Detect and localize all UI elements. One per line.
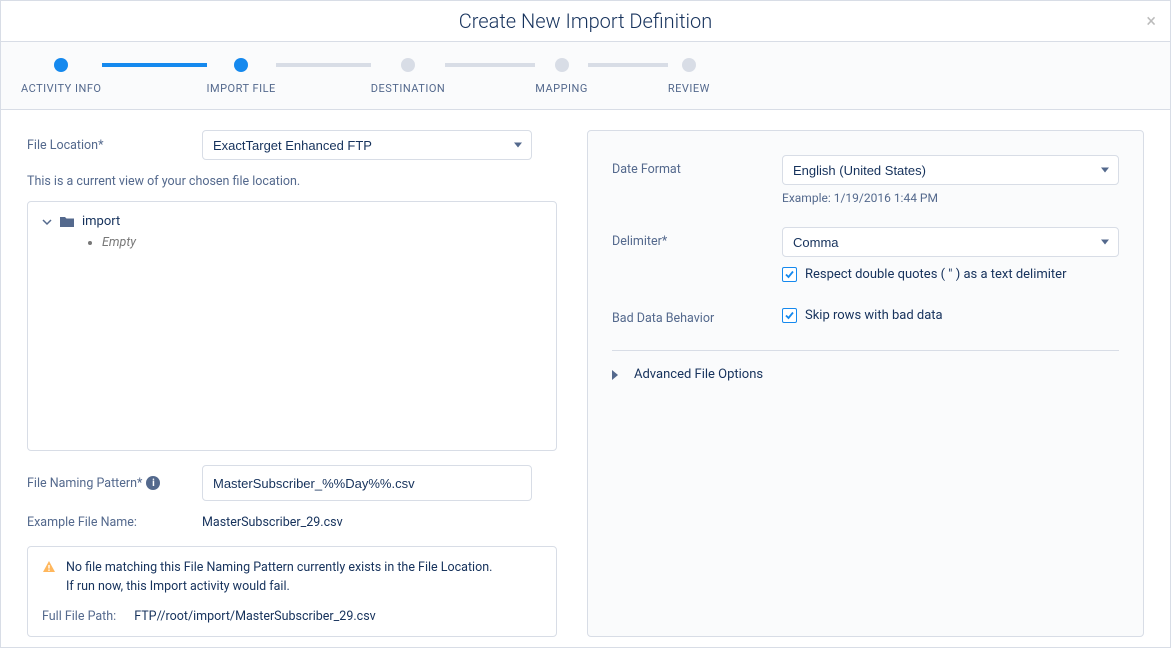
step-dot	[555, 58, 569, 72]
file-naming-input[interactable]	[202, 465, 532, 501]
left-column: File Location* ExactTarget Enhanced FTP …	[27, 130, 557, 637]
warning-line2: If run now, this Import activity would f…	[66, 578, 492, 597]
chevron-down-icon[interactable]	[42, 217, 52, 227]
stepper: ACTIVITY INFO IMPORT FILE DESTINATION MA…	[1, 42, 1170, 110]
advanced-file-options-toggle[interactable]: Advanced File Options	[612, 367, 1119, 382]
file-location-select[interactable]: ExactTarget Enhanced FTP	[202, 130, 532, 160]
step-connector	[102, 63, 207, 67]
warning-icon	[42, 560, 56, 574]
file-naming-row: File Naming Pattern* i	[27, 465, 557, 501]
tree-empty-label: Empty	[102, 235, 542, 250]
example-file-label: Example File Name:	[27, 515, 202, 530]
file-location-value[interactable]: ExactTarget Enhanced FTP	[202, 130, 532, 160]
step-destination[interactable]: DESTINATION	[371, 58, 445, 95]
info-icon[interactable]: i	[146, 476, 160, 490]
skip-rows-checkbox[interactable]	[782, 308, 797, 323]
skip-rows-label: Skip rows with bad data	[805, 308, 943, 323]
location-hint: This is a current view of your chosen fi…	[27, 174, 557, 189]
step-dot	[401, 58, 415, 72]
full-file-path-row: Full File Path: FTP//root/import/MasterS…	[42, 609, 542, 624]
step-activity-info[interactable]: ACTIVITY INFO	[21, 58, 102, 95]
date-format-row: Date Format English (United States) Exam…	[612, 155, 1119, 205]
delimiter-value[interactable]: Comma	[782, 227, 1119, 257]
step-label: DESTINATION	[371, 82, 445, 95]
example-file-value: MasterSubscriber_29.csv	[202, 515, 343, 530]
divider	[612, 350, 1119, 351]
respect-quotes-label: Respect double quotes ( " ) as a text de…	[805, 267, 1066, 282]
step-label: ACTIVITY INFO	[21, 82, 102, 95]
tree-root-row[interactable]: import	[42, 214, 542, 229]
warning-line1: No file matching this File Naming Patter…	[66, 559, 492, 578]
right-column: Date Format English (United States) Exam…	[587, 130, 1144, 637]
step-label: REVIEW	[668, 82, 710, 95]
full-file-path-value: FTP//root/import/MasterSubscriber_29.csv	[134, 609, 376, 624]
delimiter-row: Delimiter* Comma Respect double quotes (…	[612, 227, 1119, 282]
step-dot	[682, 58, 696, 72]
caret-right-icon	[612, 370, 618, 380]
modal-create-import-definition: Create New Import Definition × ACTIVITY …	[0, 0, 1171, 648]
modal-title: Create New Import Definition	[17, 9, 1154, 33]
folder-icon	[60, 216, 74, 228]
step-dot	[54, 58, 68, 72]
file-location-row: File Location* ExactTarget Enhanced FTP	[27, 130, 557, 160]
delimiter-select[interactable]: Comma	[782, 227, 1119, 257]
step-label: IMPORT FILE	[207, 82, 276, 95]
tree-root-label: import	[82, 214, 120, 229]
step-connector	[445, 63, 535, 67]
file-naming-label-wrap: File Naming Pattern* i	[27, 476, 202, 491]
warning-text: No file matching this File Naming Patter…	[66, 559, 492, 597]
full-file-path-label: Full File Path:	[42, 609, 116, 624]
modal-header: Create New Import Definition ×	[1, 1, 1170, 42]
file-tree[interactable]: import Empty	[27, 201, 557, 451]
advanced-file-options-label: Advanced File Options	[634, 367, 763, 382]
close-icon[interactable]: ×	[1146, 11, 1156, 32]
step-mapping[interactable]: MAPPING	[535, 58, 588, 95]
step-import-file[interactable]: IMPORT FILE	[207, 58, 276, 95]
date-format-label: Date Format	[612, 155, 782, 177]
respect-quotes-row[interactable]: Respect double quotes ( " ) as a text de…	[782, 267, 1119, 282]
skip-rows-row[interactable]: Skip rows with bad data	[782, 308, 1119, 323]
step-connector	[588, 63, 668, 67]
bad-data-row: Bad Data Behavior Skip rows with bad dat…	[612, 304, 1119, 326]
date-format-value[interactable]: English (United States)	[782, 155, 1119, 185]
warning-top: No file matching this File Naming Patter…	[42, 559, 542, 597]
step-review[interactable]: REVIEW	[668, 58, 710, 95]
respect-quotes-checkbox[interactable]	[782, 267, 797, 282]
bad-data-label: Bad Data Behavior	[612, 304, 782, 326]
content: File Location* ExactTarget Enhanced FTP …	[1, 110, 1170, 657]
warning-box: No file matching this File Naming Patter…	[27, 546, 557, 637]
step-connector	[276, 63, 371, 67]
file-location-label: File Location*	[27, 138, 202, 153]
step-dot	[234, 58, 248, 72]
step-label: MAPPING	[535, 82, 588, 95]
file-naming-input-wrap	[202, 465, 532, 501]
date-format-example: Example: 1/19/2016 1:44 PM	[782, 191, 1119, 205]
date-format-select[interactable]: English (United States)	[782, 155, 1119, 185]
file-naming-label: File Naming Pattern*	[27, 476, 142, 491]
example-file-row: Example File Name: MasterSubscriber_29.c…	[27, 515, 557, 530]
delimiter-label: Delimiter*	[612, 227, 782, 249]
